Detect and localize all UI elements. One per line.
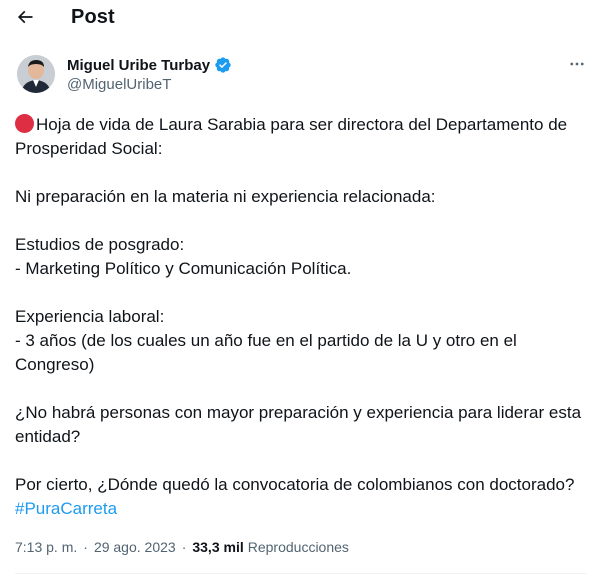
views-label: Reproducciones (247, 539, 349, 555)
hashtag-link[interactable]: #PuraCarreta (15, 499, 117, 518)
views-count[interactable]: 33,3 mil (192, 539, 243, 555)
post-paragraph-7: ¿No habrá personas con mayor preparación… (15, 403, 582, 446)
post-paragraph-2: Ni preparación en la materia ni experien… (15, 187, 436, 206)
post-date[interactable]: 29 ago. 2023 (94, 539, 176, 555)
post-line-6: - 3 años (de los cuales un año fue en el… (15, 331, 517, 374)
author-name[interactable]: Miguel Uribe Turbay (67, 57, 210, 74)
author-block: Miguel Uribe Turbay @MiguelUribeT (15, 53, 587, 99)
post-line-4: - Marketing Político y Comunicación Polí… (15, 259, 352, 278)
author-handle[interactable]: @MiguelUribeT (67, 76, 232, 93)
post-body: Hoja de vida de Laura Sarabia para ser d… (15, 113, 590, 521)
post-paragraph-8: Por cierto, ¿Dónde quedó la convocatoria… (15, 475, 575, 518)
post-time[interactable]: 7:13 p. m. (15, 539, 77, 555)
post-meta: 7:13 p. m. · 29 ago. 2023 · 33,3 mil Rep… (15, 537, 349, 557)
avatar[interactable] (17, 55, 55, 93)
meta-separator: · (181, 539, 187, 555)
meta-separator: · (83, 539, 88, 555)
divider (15, 573, 587, 574)
post-line-3: Estudios de posgrado: (15, 235, 185, 254)
post-header: Post (0, 0, 602, 34)
red-circle-icon (15, 114, 34, 133)
verified-badge-icon (214, 56, 232, 74)
back-arrow-icon[interactable] (14, 6, 36, 28)
more-horizontal-icon[interactable] (567, 54, 587, 74)
post-line-5: Experiencia laboral: (15, 307, 165, 326)
post-paragraph-1: Hoja de vida de Laura Sarabia para ser d… (15, 114, 568, 158)
page-title: Post (71, 5, 115, 28)
